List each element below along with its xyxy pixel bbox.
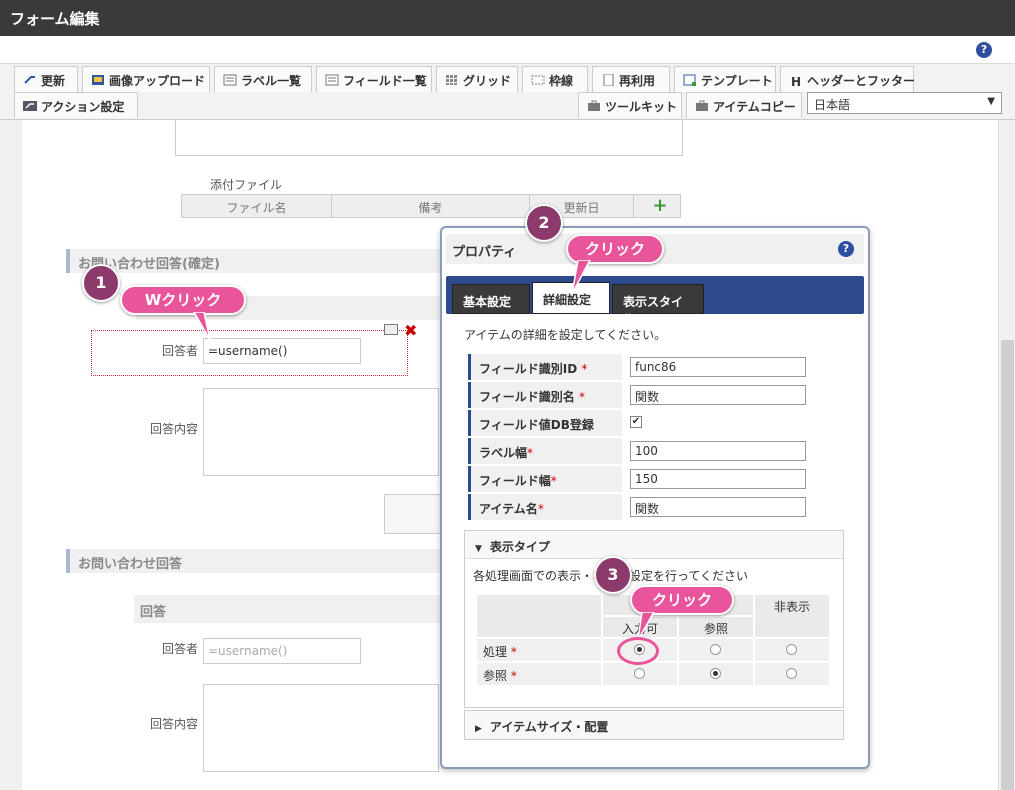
section-inquiry-answer-confirmed: お問い合わせ回答(確定) [66,249,446,273]
previous-textarea[interactable] [175,120,683,156]
item-copy-button[interactable]: アイテムコピー [686,92,802,118]
scrollbar-thumb[interactable] [1001,340,1014,790]
label-list-button[interactable]: ラベル一覧 [214,66,312,92]
content-textarea[interactable] [203,388,439,476]
border-icon [531,74,545,86]
add-icon[interactable]: + [650,195,670,217]
panel-title: プロパティ [452,245,517,260]
reuse-icon [601,73,615,87]
grid-icon [445,74,459,86]
help-bar: ? [0,36,1015,64]
responder2-input[interactable]: =username() [203,638,361,664]
content2-textarea[interactable] [203,684,439,772]
callout-3-badge: 3 [594,556,632,594]
callout-3-bubble: クリック [630,585,734,615]
item-size-section: ▶ アイテムサイズ・配置 [464,710,844,740]
callout-3-click-ring [617,637,659,665]
attachment-table-header: ファイル名 備考 更新日 + [181,194,681,218]
prop-row-field-width: フィールド幅* 150 [468,466,840,492]
prop-row-field-id: フィールド識別ID * func86 [468,354,840,380]
image-upload-icon [91,74,105,86]
refresh-button[interactable]: 更新 [14,66,78,92]
matrix-row-process: 処理 * [477,639,601,661]
caret-down-icon: ▼ [475,544,482,554]
edit-icon[interactable] [384,324,398,335]
field-name-input[interactable]: 関数 [630,385,806,405]
radio-ref-ref[interactable] [710,668,721,679]
vertical-scrollbar[interactable] [998,120,1015,790]
item-size-header[interactable]: ▶ アイテムサイズ・配置 [465,711,843,739]
content-label: 回答内容 [149,422,198,436]
image-upload-button[interactable]: 画像アップロード [82,66,210,92]
label-list-icon [223,74,237,86]
panel-tabs: 基本設定 詳細設定 表示スタイル [446,276,864,326]
answer-subsection: 回答 [134,595,446,623]
properties-panel: プロパティ ? 基本設定 詳細設定 表示スタイル アイテムの詳細を設定してくださ… [440,226,870,769]
responder-label: 回答者 [161,344,198,358]
db-register-checkbox[interactable]: ✔ [630,416,642,428]
help-icon[interactable]: ? [976,42,992,58]
attachment-label: 添付ファイル [210,178,283,192]
panel-help-icon[interactable]: ? [838,241,854,257]
prop-row-item-name: アイテム名* 関数 [468,494,840,520]
tab-display-style[interactable]: 表示スタイル [612,284,704,326]
field-id-input[interactable]: func86 [630,357,806,377]
matrix-col-ref: 参照 [679,617,753,637]
header-footer-button[interactable]: H ヘッダーとフッター [780,66,915,92]
panel-description: アイテムの詳細を設定してください。 [464,328,667,342]
toolkit-icon [587,100,601,112]
language-select[interactable]: 日本語 ▼ [807,92,1002,114]
tab-basic-settings[interactable]: 基本設定 [452,284,530,314]
window-title: フォーム編集 [0,0,1015,36]
callout-1-pointer [193,312,211,341]
matrix-corner [477,595,601,637]
prop-row-db-register: フィールド値DB登録 ✔ [468,410,840,436]
responder-input[interactable]: =username() [203,338,361,364]
matrix-row-ref: 参照 * [477,663,601,685]
display-type-header[interactable]: ▼ 表示タイプ [465,531,843,559]
prop-row-label-width: ラベル幅* 100 [468,438,840,464]
action-icon [23,100,37,112]
field-list-button[interactable]: フィールド一覧 [316,66,432,92]
section-inquiry-answer: お問い合わせ回答 [66,549,446,573]
header-footer-icon: H [790,75,802,89]
matrix-col-hidden: 非表示 [755,595,829,637]
chevron-down-icon: ▼ [987,96,995,107]
item-name-input[interactable]: 関数 [630,497,806,517]
field-list-icon [325,74,339,86]
close-icon[interactable]: ✖ [404,321,417,340]
callout-1-badge: 1 [82,264,120,302]
template-button[interactable]: テンプレート [674,66,776,92]
radio-process-hidden[interactable] [786,644,797,655]
attachment-col-filename: ファイル名 [182,195,332,217]
callout-2-badge: 2 [525,204,563,242]
reuse-button[interactable]: 再利用 [592,66,670,92]
attachment-col-note: 備考 [332,195,530,217]
callout-1-bubble: Wクリック [120,285,246,315]
responder2-label: 回答者 [161,642,198,656]
label-width-input[interactable]: 100 [630,441,806,461]
callout-2-pointer [571,260,591,295]
prop-row-field-name: フィールド識別名 * 関数 [468,382,840,408]
radio-ref-hidden[interactable] [786,668,797,679]
caret-right-icon: ▶ [475,724,482,734]
radio-process-ref[interactable] [710,644,721,655]
content2-label: 回答内容 [149,717,198,731]
refresh-icon [23,74,37,86]
border-button[interactable]: 枠線 [522,66,588,92]
item-copy-icon [695,100,709,112]
toolkit-button[interactable]: ツールキット [578,92,682,118]
radio-ref-input[interactable] [634,668,645,679]
template-icon [683,74,697,86]
action-settings-button[interactable]: アクション設定 [14,92,138,118]
grid-button[interactable]: グリッド [436,66,518,92]
field-width-input[interactable]: 150 [630,469,806,489]
form-button[interactable] [384,494,444,534]
